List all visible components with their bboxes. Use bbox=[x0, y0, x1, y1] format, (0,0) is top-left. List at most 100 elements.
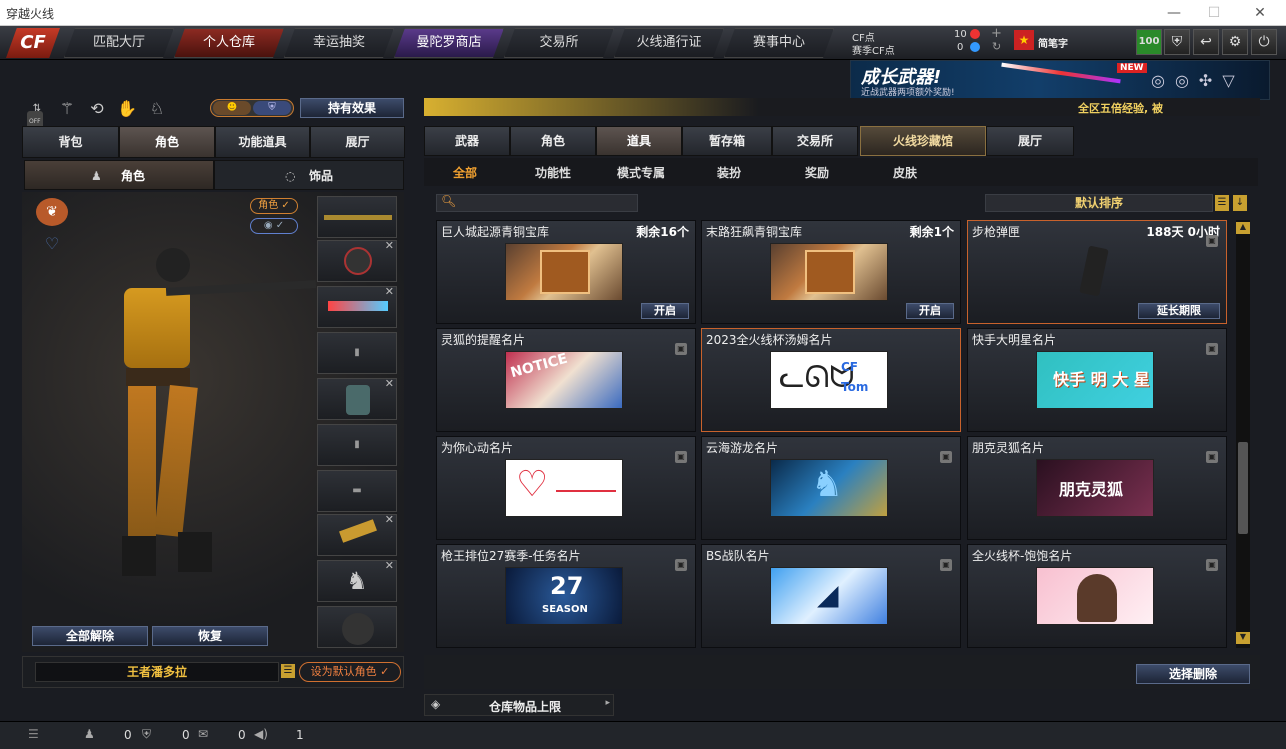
speaker-icon[interactable]: ◀) bbox=[254, 727, 268, 741]
rtab-collection[interactable]: 火线珍藏馆 bbox=[860, 126, 986, 156]
tab-backpack[interactable]: 背包 bbox=[22, 126, 119, 158]
minimize-icon[interactable]: — bbox=[1164, 4, 1184, 22]
eagle-badge-icon[interactable]: ❦ bbox=[36, 198, 68, 226]
rotate-icon[interactable]: ⟲ bbox=[86, 98, 108, 120]
item-card[interactable]: 步枪弹匣 188天 0小时 延长期限 ▣ bbox=[967, 220, 1227, 324]
slot-armor[interactable]: ▮ bbox=[317, 424, 397, 466]
friends-icon[interactable]: ♟ bbox=[84, 727, 95, 741]
shield-icon[interactable]: ⛨ bbox=[1164, 29, 1190, 55]
add-icon[interactable]: + bbox=[991, 26, 1002, 41]
tab-character[interactable]: 角色 bbox=[119, 126, 215, 158]
rank-icon[interactable]: ★ bbox=[1014, 30, 1034, 50]
nav-tab-events[interactable]: 赛事中心 bbox=[724, 28, 834, 58]
item-card[interactable]: 全火线杯-饱饱名片 ▣ bbox=[967, 544, 1227, 648]
nav-tab-pass[interactable]: 火线通行证 bbox=[614, 28, 724, 58]
clan-icon[interactable]: ⛨ bbox=[142, 727, 151, 742]
subtab-rewards[interactable]: 奖励 bbox=[792, 161, 842, 185]
item-card[interactable]: 朋克灵狐名片 朋克灵狐 ▣ bbox=[967, 436, 1227, 540]
scrollbar-track[interactable]: ▲ ▼ bbox=[1236, 220, 1250, 648]
visibility-toggle-icon[interactable]: ◉ ✓ bbox=[250, 218, 298, 234]
nav-tab-lottery[interactable]: 幸运抽奖 bbox=[284, 28, 394, 58]
item-card[interactable]: BS战队名片 ◢ ▣ bbox=[701, 544, 961, 648]
view-toggle[interactable]: ☻ ⛨ bbox=[210, 99, 294, 117]
slot-ammo[interactable]: ✕ bbox=[317, 513, 397, 556]
badge-view-icon[interactable]: ⛨ bbox=[253, 101, 291, 115]
level-badge[interactable]: 100 bbox=[1136, 29, 1162, 55]
refresh-icon[interactable]: ↻ bbox=[992, 40, 1001, 53]
list-icon[interactable]: ☰ bbox=[281, 664, 295, 678]
item-action-button[interactable]: 开启 bbox=[641, 303, 689, 319]
subtab-skins[interactable]: 皮肤 bbox=[880, 161, 930, 185]
gear-icon[interactable]: ⚙ bbox=[1222, 29, 1248, 55]
scroll-up-icon[interactable]: ▲ bbox=[1236, 222, 1250, 234]
item-action-button[interactable]: 开启 bbox=[906, 303, 954, 319]
scroll-down-icon[interactable]: ▼ bbox=[1236, 632, 1250, 644]
item-card[interactable]: 末路狂飙青铜宝库 剩余1个 开启 bbox=[701, 220, 961, 324]
character-toggle[interactable]: 角色 ✓ bbox=[250, 198, 298, 214]
lock-icon[interactable]: ▣ bbox=[675, 451, 687, 463]
item-card[interactable]: 为你心动名片 ♡ ▣ bbox=[436, 436, 696, 540]
nav-tab-exchange[interactable]: 交易所 bbox=[504, 28, 614, 58]
lock-icon[interactable]: ▣ bbox=[1206, 235, 1218, 247]
rtab-items[interactable]: 道具 bbox=[596, 126, 682, 156]
clear-all-button[interactable]: 全部解除 bbox=[32, 626, 148, 646]
storage-limit-bar[interactable]: ◈ 仓库物品上限 ▸ bbox=[424, 694, 614, 716]
restore-button[interactable]: 恢复 bbox=[152, 626, 268, 646]
item-action-button[interactable]: 延长期限 bbox=[1138, 303, 1220, 319]
lock-icon[interactable]: ▣ bbox=[675, 343, 687, 355]
subtab-all[interactable]: 全部 bbox=[440, 161, 490, 185]
nav-tab-warehouse[interactable]: 个人仓库 bbox=[174, 28, 284, 58]
chat-icon[interactable]: ✉ bbox=[198, 727, 208, 741]
lock-icon[interactable]: ▣ bbox=[1206, 451, 1218, 463]
role-name-field[interactable]: 王者潘多拉 bbox=[35, 662, 279, 682]
pose-icon[interactable]: ✋ bbox=[116, 98, 138, 120]
nav-tab-lobby[interactable]: 匹配大厅 bbox=[64, 28, 174, 58]
nav-tab-shop[interactable]: 曼陀罗商店 bbox=[394, 28, 504, 58]
slot-primary-weapon[interactable] bbox=[317, 196, 397, 238]
slot-glasses[interactable]: ✕ bbox=[317, 285, 397, 328]
item-card[interactable]: 巨人城起源青铜宝库 剩余16个 开启 bbox=[436, 220, 696, 324]
ranking-icon[interactable]: ⚚ bbox=[56, 98, 78, 120]
rtab-characters[interactable]: 角色 bbox=[510, 126, 596, 156]
slot-vest[interactable]: ▮ bbox=[317, 332, 397, 374]
power-icon[interactable]: ⏻ bbox=[1251, 29, 1277, 55]
menu-icon[interactable]: ☰ bbox=[28, 727, 39, 741]
pet-icon[interactable]: ♘ bbox=[146, 98, 168, 120]
item-card[interactable]: 云海游龙名片 ♞ ▣ bbox=[701, 436, 961, 540]
lock-icon[interactable]: ▣ bbox=[1206, 559, 1218, 571]
sort-list-icon[interactable]: ☰ bbox=[1215, 195, 1229, 211]
subtab-character[interactable]: ♟ 角色 bbox=[24, 160, 214, 190]
slot-pet[interactable]: ✕ ♞ bbox=[317, 559, 397, 602]
sort-direction-icon[interactable]: ↓ bbox=[1233, 195, 1247, 211]
lock-icon[interactable]: ▣ bbox=[675, 559, 687, 571]
sort-select[interactable]: 默认排序 bbox=[985, 194, 1213, 212]
maximize-icon[interactable]: ☐ bbox=[1204, 4, 1224, 22]
subtab-accessory[interactable]: ◌ 饰品 bbox=[214, 160, 404, 190]
set-default-role-button[interactable]: 设为默认角色 ✓ bbox=[299, 662, 401, 682]
subtab-mode-exclusive[interactable]: 模式专属 bbox=[610, 161, 672, 185]
select-delete-button[interactable]: 选择删除 bbox=[1136, 664, 1250, 684]
slot-pants[interactable]: ▬ bbox=[317, 470, 397, 512]
item-card[interactable]: 枪王排位27赛季-任务名片 27 SEASON ▣ bbox=[436, 544, 696, 648]
effects-button[interactable]: 持有效果 bbox=[300, 98, 404, 118]
lock-icon[interactable]: ▣ bbox=[940, 559, 952, 571]
rtab-weapons[interactable]: 武器 bbox=[424, 126, 510, 156]
search-input[interactable]: 🔍︎ bbox=[436, 194, 638, 212]
subtab-dressup[interactable]: 装扮 bbox=[704, 161, 754, 185]
off-toggle-icon[interactable]: OFF ⇅ bbox=[26, 98, 48, 133]
tab-functional-items[interactable]: 功能道具 bbox=[215, 126, 310, 158]
rtab-showroom[interactable]: 展厅 bbox=[986, 126, 1074, 156]
tab-showroom[interactable]: 展厅 bbox=[310, 126, 405, 158]
promo-banner[interactable]: 成长武器! 近战武器两项额外奖励! NEW ◎◎✣▽ bbox=[850, 60, 1270, 100]
back-icon[interactable]: ↩ bbox=[1193, 29, 1219, 55]
slot-backpack[interactable]: ✕ bbox=[317, 377, 397, 420]
slot-extra[interactable] bbox=[317, 606, 397, 648]
item-card[interactable]: 快手大明星名片 快手 明 大 星 ▣ bbox=[967, 328, 1227, 432]
item-card[interactable]: 灵狐的提醒名片 NOTICE ▣ bbox=[436, 328, 696, 432]
rtab-temp-storage[interactable]: 暂存箱 bbox=[682, 126, 772, 156]
lock-icon[interactable]: ▣ bbox=[1206, 343, 1218, 355]
character-view-icon[interactable]: ☻ bbox=[213, 101, 251, 115]
lock-icon[interactable]: ▣ bbox=[940, 451, 952, 463]
subtab-functional[interactable]: 功能性 bbox=[525, 161, 581, 185]
slot-headgear[interactable]: ✕ bbox=[317, 239, 397, 282]
